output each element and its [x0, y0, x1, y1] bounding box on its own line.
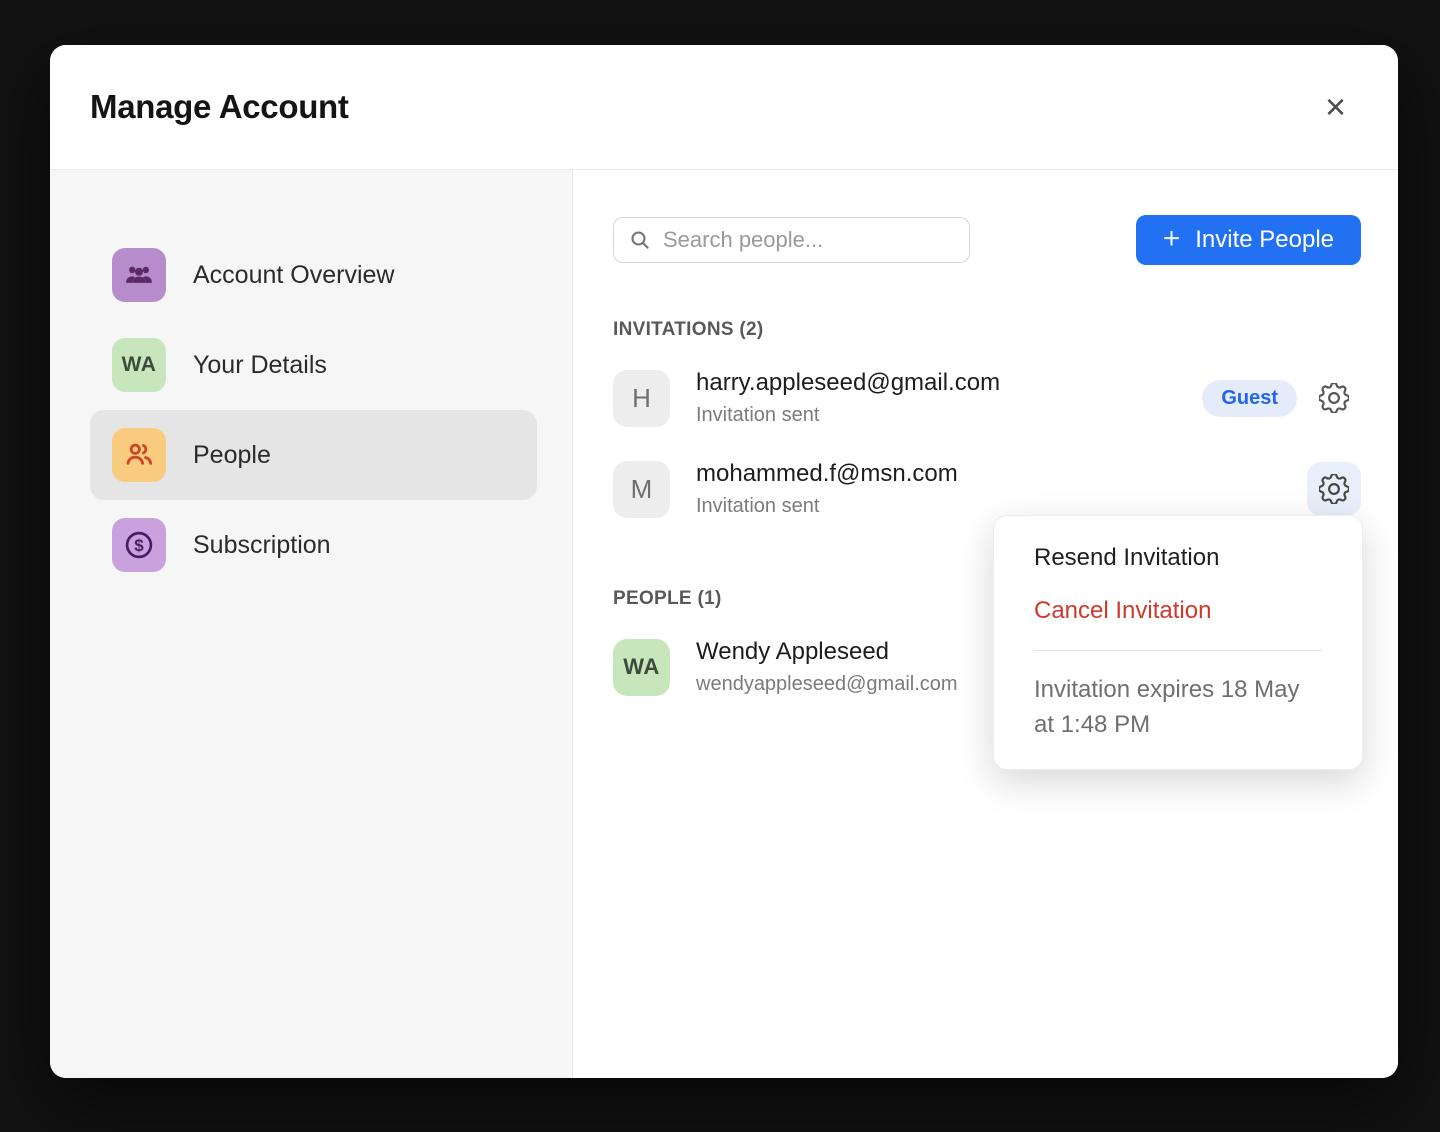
invitation-settings-button-active[interactable] — [1307, 462, 1361, 516]
invitation-email: harry.appleseed@gmail.com — [696, 369, 1202, 397]
close-button[interactable]: × — [1317, 85, 1354, 129]
search-box[interactable] — [613, 217, 970, 263]
plus-icon: + — [1163, 224, 1181, 254]
dollar-icon: $ — [112, 518, 166, 572]
invitation-settings-button[interactable] — [1307, 371, 1361, 425]
invitations-section-header: INVITATIONS (2) — [613, 319, 1361, 341]
avatar: WA — [613, 639, 670, 696]
sidebar-item-people[interactable]: People — [90, 410, 537, 500]
sidebar-item-label: Your Details — [193, 351, 327, 380]
invitation-row: H harry.appleseed@gmail.com Invitation s… — [613, 369, 1361, 427]
modal-header: Manage Account × — [50, 45, 1398, 170]
gear-icon — [1319, 474, 1349, 504]
avatar: M — [613, 461, 670, 518]
sidebar: Account Overview WA Your Details — [50, 170, 573, 1078]
sidebar-item-your-details[interactable]: WA Your Details — [90, 320, 537, 410]
page-title: Manage Account — [90, 88, 349, 126]
sidebar-item-subscription[interactable]: $ Subscription — [90, 500, 537, 590]
avatar: H — [613, 370, 670, 427]
sidebar-item-label: People — [193, 441, 271, 470]
guest-badge: Guest — [1202, 380, 1297, 417]
gear-icon — [1319, 383, 1349, 413]
search-input[interactable] — [663, 227, 955, 253]
dollar-glyph: $ — [134, 536, 144, 555]
search-icon — [628, 228, 652, 252]
toolbar: + Invite People — [613, 215, 1361, 265]
invitation-context-menu: Resend Invitation Cancel Invitation Invi… — [993, 515, 1363, 770]
invitation-status: Invitation sent — [696, 404, 1202, 427]
menu-item-resend-invitation[interactable]: Resend Invitation — [994, 531, 1362, 584]
invite-people-button[interactable]: + Invite People — [1136, 215, 1361, 265]
sidebar-item-account-overview[interactable]: Account Overview — [90, 230, 537, 320]
invitation-email: mohammed.f@msn.com — [696, 460, 1307, 488]
sidebar-item-label: Account Overview — [193, 261, 394, 290]
invite-people-label: Invite People — [1195, 226, 1334, 254]
people-group-icon — [112, 248, 166, 302]
menu-divider — [1034, 650, 1322, 651]
backdrop: Manage Account × — [0, 0, 1440, 1132]
user-initials-icon: WA — [112, 338, 166, 392]
people-duo-icon — [112, 428, 166, 482]
sidebar-item-label: Subscription — [193, 531, 331, 560]
invitation-expiry-text: Invitation expires 18 May at 1:48 PM — [994, 664, 1362, 743]
menu-item-cancel-invitation[interactable]: Cancel Invitation — [994, 584, 1362, 637]
invitation-row: M mohammed.f@msn.com Invitation sent — [613, 460, 1361, 518]
